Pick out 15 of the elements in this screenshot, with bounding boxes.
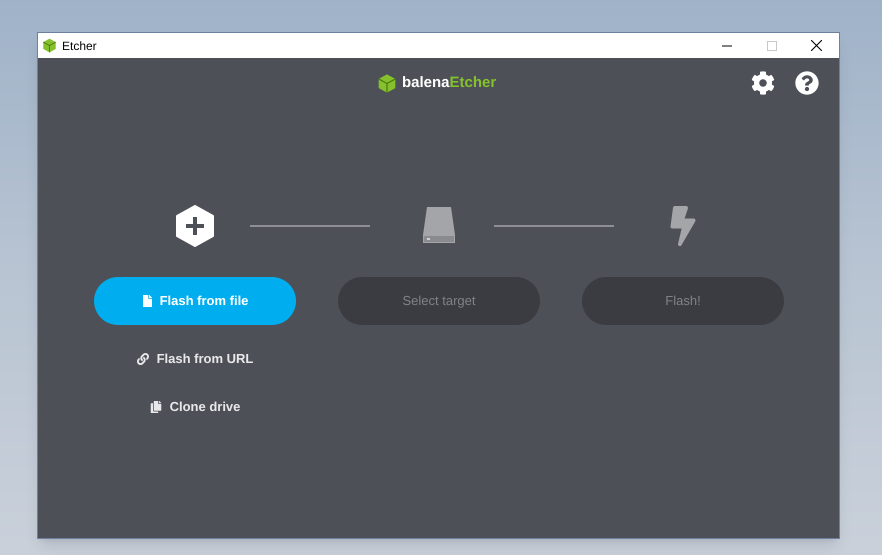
link-icon: [136, 353, 149, 365]
copy-icon: [150, 401, 162, 413]
app-logo-text: balenaEtcher: [402, 72, 496, 93]
link-option-link[interactable]: Flash from URL: [136, 345, 254, 373]
clone-option-link[interactable]: Clone drive: [150, 393, 240, 421]
cube-logo-icon: [377, 72, 397, 94]
settings-button[interactable]: [751, 71, 775, 95]
file-icon: [142, 295, 153, 307]
maximize-icon: [766, 40, 776, 50]
app-icon: [42, 38, 57, 53]
help-button[interactable]: [795, 71, 819, 95]
window-title: Etcher: [62, 38, 97, 54]
source-step-button[interactable]: Flash from file: [94, 277, 296, 325]
plus-hexagon-icon: [175, 205, 215, 247]
close-icon: [811, 40, 822, 51]
